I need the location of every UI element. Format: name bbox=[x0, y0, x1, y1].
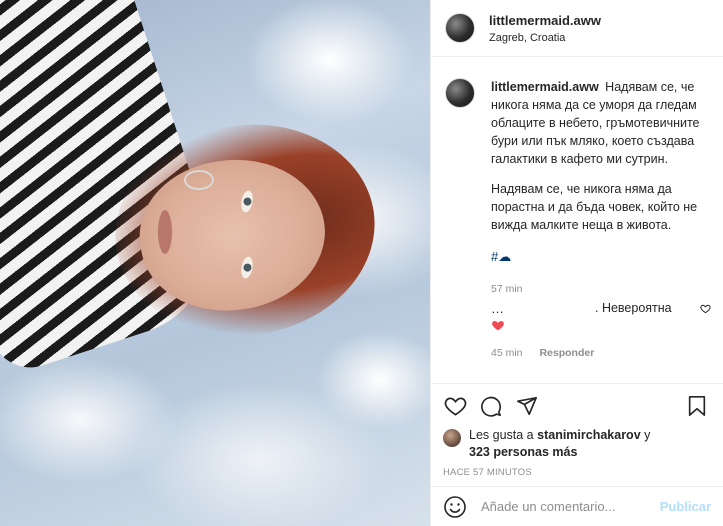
post-photo[interactable] bbox=[0, 0, 430, 526]
reply-text: . Невероятна bbox=[595, 301, 672, 315]
action-icons-row bbox=[443, 394, 709, 418]
likes-summary: Les gusta a stanimirchakarov y 323 perso… bbox=[443, 427, 709, 461]
caption-hashtag[interactable]: #☁ bbox=[491, 248, 707, 266]
caption-username[interactable]: littlemermaid.aww bbox=[491, 80, 599, 94]
reply-comment: … . Невероятна 45 min Responder bbox=[491, 301, 711, 359]
bookmark-icon[interactable] bbox=[685, 394, 709, 418]
photo-earring bbox=[184, 170, 214, 190]
likes-connector: y bbox=[644, 428, 651, 442]
caption-author-avatar[interactable] bbox=[445, 78, 475, 108]
caption-comment: littlemermaid.aww Надявам се, че никога … bbox=[445, 78, 707, 298]
caption-timestamp[interactable]: 57 min bbox=[491, 280, 707, 298]
add-comment-bar: Añade un comentario... Publicar bbox=[431, 486, 723, 526]
reply-meta: 45 min Responder bbox=[491, 347, 711, 359]
reply-author-prefix[interactable]: … bbox=[491, 301, 511, 316]
reply-timestamp[interactable]: 45 min bbox=[491, 347, 523, 359]
red-heart-icon bbox=[491, 318, 711, 333]
post-location[interactable]: Zagreb, Croatia bbox=[489, 32, 601, 44]
post-side-panel: littlemermaid.aww Zagreb, Croatia little… bbox=[430, 0, 723, 526]
paper-plane-icon[interactable] bbox=[515, 394, 539, 418]
speech-bubble-icon[interactable] bbox=[479, 394, 503, 418]
reply-line: … . Невероятна bbox=[491, 301, 711, 316]
post-age[interactable]: HACE 57 MINUTOS bbox=[443, 467, 709, 478]
smiley-icon[interactable] bbox=[443, 495, 467, 519]
comments-section[interactable]: littlemermaid.aww Надявам се, че никога … bbox=[431, 58, 723, 382]
author-avatar[interactable] bbox=[445, 13, 475, 43]
liker-avatar[interactable] bbox=[443, 429, 461, 447]
caption-paragraph-1: littlemermaid.aww Надявам се, че никога … bbox=[491, 78, 707, 168]
comment-input[interactable]: Añade un comentario... bbox=[481, 499, 660, 514]
comment-like-icon[interactable] bbox=[700, 303, 711, 314]
likes-count[interactable]: 323 personas más bbox=[469, 445, 577, 459]
likes-prefix: Les gusta a bbox=[469, 428, 534, 442]
likes-text: Les gusta a stanimirchakarov y 323 perso… bbox=[469, 427, 650, 461]
heart-outline-icon[interactable] bbox=[443, 394, 467, 418]
liker-username[interactable]: stanimirchakarov bbox=[537, 428, 641, 442]
reply-button[interactable]: Responder bbox=[539, 347, 594, 359]
post-header: littlemermaid.aww Zagreb, Croatia bbox=[431, 0, 723, 57]
author-username[interactable]: littlemermaid.aww bbox=[489, 13, 601, 28]
photo-mouth bbox=[158, 210, 172, 254]
caption-body: littlemermaid.aww Надявам се, че никога … bbox=[491, 78, 707, 298]
post-header-meta: littlemermaid.aww Zagreb, Croatia bbox=[489, 13, 601, 44]
caption-paragraph-2: Надявам се, че никога няма да порастна и… bbox=[491, 182, 698, 232]
publish-button[interactable]: Publicar bbox=[660, 499, 711, 514]
